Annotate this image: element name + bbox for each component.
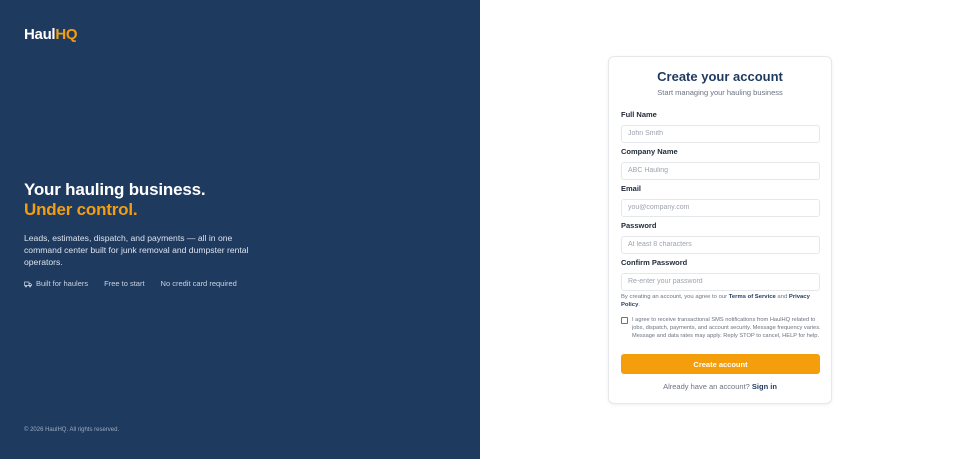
brand-panel: HaulHQ Your hauling business. Under cont… (0, 0, 480, 459)
hero-headline: Your hauling business. Under control. (24, 180, 264, 220)
feature-item: No credit card required (161, 279, 237, 288)
company-name-label: Company Name (621, 147, 678, 156)
truck-icon (24, 281, 32, 287)
headline-line-2: Under control. (24, 200, 138, 219)
logo-text-haul: Haul (24, 26, 56, 43)
terms-text: By creating an account, you agree to our (621, 294, 729, 300)
form-subtitle: Start managing your hauling business (657, 88, 783, 97)
feature-item: Built for haulers (24, 279, 88, 288)
confirm-password-input[interactable] (621, 272, 820, 291)
password-input[interactable] (621, 235, 820, 254)
sms-consent-checkbox[interactable] (621, 317, 628, 324)
feature-item: Free to start (104, 279, 144, 288)
terms-text: . (638, 301, 640, 308)
password-field: Password (621, 221, 820, 254)
feature-label: Free to start (104, 279, 145, 288)
confirm-password-label: Confirm Password (621, 258, 688, 267)
full-name-input[interactable] (621, 124, 820, 143)
full-name-label: Full Name (621, 110, 657, 119)
sms-consent: I agree to receive transactional SMS not… (621, 316, 821, 340)
signup-card: Create your account Start managing your … (608, 56, 832, 404)
terms-of-service-link[interactable]: Terms of Service (729, 294, 776, 300)
hero-description: Leads, estimates, dispatch, and payments… (24, 233, 249, 267)
signin-text: Already have an account? (663, 382, 752, 391)
terms-notice: By creating an account, you agree to our… (621, 294, 821, 309)
company-name-field: Company Name (621, 147, 820, 180)
copyright: © 2026 HaulHQ. All rights reserved. (24, 427, 120, 433)
email-input[interactable] (621, 198, 820, 217)
full-name-field: Full Name (621, 110, 820, 143)
headline-line-1: Your hauling business. (24, 180, 206, 199)
password-label: Password (621, 221, 657, 230)
feature-label: No credit card required (160, 279, 237, 288)
sms-consent-text: I agree to receive transactional SMS not… (632, 317, 821, 339)
form-title: Create your account (657, 69, 783, 84)
email-field: Email (621, 184, 820, 217)
feature-label: Built for haulers (36, 279, 89, 288)
terms-text: and (775, 294, 789, 300)
create-account-button[interactable]: Create account (621, 354, 820, 374)
sign-in-link[interactable]: Sign in (752, 382, 777, 391)
form-panel: Create your account Start managing your … (480, 0, 960, 459)
email-label: Email (621, 184, 642, 193)
hero: Your hauling business. Under control. Le… (24, 180, 264, 268)
logo: HaulHQ (24, 26, 78, 43)
signin-prompt: Already have an account? Sign in (609, 382, 831, 391)
company-name-input[interactable] (621, 161, 820, 180)
logo-text-hq: HQ (55, 26, 78, 43)
feature-list: Built for haulers Free to start No credi… (24, 279, 237, 288)
confirm-password-field: Confirm Password (621, 258, 820, 291)
